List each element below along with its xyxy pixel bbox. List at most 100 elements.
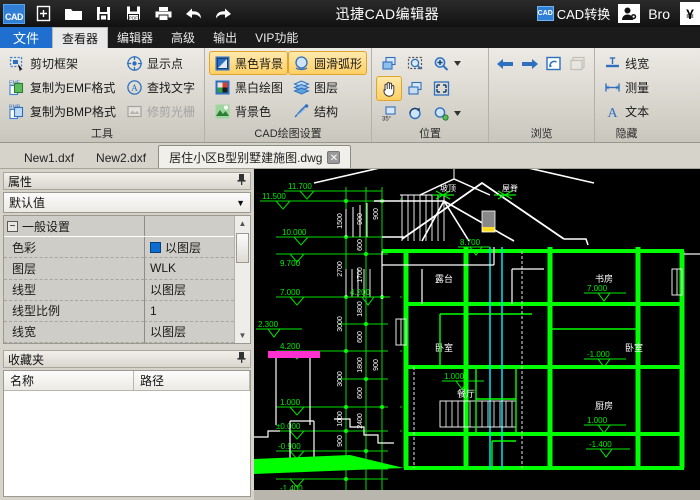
properties-scrollbar[interactable]: ▲ ▼	[234, 216, 250, 343]
text-button[interactable]: A 文本	[599, 99, 654, 123]
copy-bmp-button[interactable]: BMP 复制为BMP格式	[4, 99, 121, 123]
black-background-icon	[215, 56, 230, 70]
close-icon[interactable]: ✕	[327, 150, 341, 164]
zoom-previous-icon[interactable]	[402, 76, 428, 101]
smooth-arc-button[interactable]: 圆滑弧形	[288, 51, 368, 75]
structure-button[interactable]: 结构	[288, 99, 367, 123]
tab-file[interactable]: 文件	[0, 27, 53, 48]
trim-raster-button[interactable]: 修剪光栅	[121, 99, 200, 123]
save-pdf-icon[interactable]: PDF	[118, 1, 148, 27]
bw-drawing-icon	[215, 80, 230, 94]
pin-icon[interactable]	[237, 352, 246, 366]
properties-selector-dropdown[interactable]: 默认值 ▼	[3, 192, 251, 213]
titlebar-right-controls: CAD CAD转换 Bro ¥	[536, 2, 700, 25]
cad-convert-button[interactable]: CAD CAD转换	[536, 4, 611, 23]
tab-editor[interactable]: 编辑器	[108, 27, 162, 48]
arrow-left-icon[interactable]	[493, 51, 517, 76]
measure-label: 测量	[625, 80, 650, 95]
property-name-linetype-scale: 线型比例	[4, 300, 144, 322]
find-text-button[interactable]: A 查找文字	[121, 75, 200, 99]
layers-button[interactable]: 图层	[288, 75, 367, 99]
zoom-selection-icon[interactable]	[402, 51, 428, 76]
property-row-linetype[interactable]: 线型 以图层	[4, 279, 234, 301]
svg-text:4.200: 4.200	[350, 288, 371, 297]
open-folder-icon[interactable]	[58, 1, 88, 27]
svg-text:11.700: 11.700	[288, 182, 312, 191]
svg-text:9.700: 9.700	[280, 259, 301, 268]
pan-hand-icon[interactable]	[376, 76, 403, 101]
pin-icon[interactable]	[237, 174, 246, 188]
app-logo-icon[interactable]: CAD	[0, 1, 28, 27]
background-color-button[interactable]: 背景色	[209, 99, 288, 123]
tab-output[interactable]: 输出	[204, 27, 246, 48]
scrollbar-thumb[interactable]	[236, 233, 249, 263]
tab-vip[interactable]: VIP功能	[246, 27, 307, 48]
restore-view-icon[interactable]	[566, 51, 590, 76]
scroll-up-icon[interactable]: ▲	[235, 216, 251, 231]
layers-icon	[293, 79, 310, 95]
svg-text:1800: 1800	[357, 301, 364, 317]
property-row-layer[interactable]: 图层 WLK	[4, 258, 234, 280]
tab-advanced[interactable]: 高级	[162, 27, 204, 48]
zoom-in-icon[interactable]	[428, 51, 454, 76]
currency-button[interactable]: ¥	[680, 2, 700, 25]
ribbon-group-browse: 浏览	[489, 48, 596, 142]
cad-settings-column-2: 圆滑弧形 图层 结构	[288, 51, 368, 123]
document-tab-bar: New1.dxf New2.dxf 居住小区B型别墅建施图.dwg ✕	[0, 143, 700, 169]
tools-column-1: 剪切框架 EMF 复制为EMF格式 BMP 复制为BMP格式	[4, 51, 121, 123]
new-file-icon[interactable]	[28, 1, 58, 27]
show-point-button[interactable]: 显示点	[121, 51, 200, 75]
property-name-lineweight: 线宽	[4, 321, 144, 343]
print-icon[interactable]	[148, 1, 178, 27]
tab-viewer[interactable]: 查看器	[52, 27, 109, 48]
property-value-lineweight[interactable]: 以图层	[144, 321, 234, 343]
property-row-color[interactable]: 色彩 以图层	[4, 237, 234, 259]
refresh-view-icon[interactable]	[542, 51, 566, 76]
save-icon[interactable]	[88, 1, 118, 27]
bw-drawing-button[interactable]: 黑白绘图	[209, 75, 288, 99]
copy-emf-button[interactable]: EMF 复制为EMF格式	[4, 75, 121, 99]
undo-icon[interactable]	[178, 1, 208, 27]
black-background-button[interactable]: 黑色背景	[209, 51, 289, 75]
doc-tab-new2[interactable]: New2.dxf	[86, 147, 156, 168]
property-group-general[interactable]: − 一般设置	[4, 216, 234, 238]
property-value-linetype[interactable]: 以图层	[144, 279, 234, 301]
property-row-lineweight[interactable]: 线宽 以图层	[4, 321, 234, 343]
doc-tab-new1[interactable]: New1.dxf	[14, 147, 84, 168]
bw-drawing-label: 黑白绘图	[235, 80, 284, 95]
doc-tab-active-drawing[interactable]: 居住小区B型别墅建施图.dwg ✕	[158, 145, 352, 168]
zoom-extents-icon[interactable]	[428, 76, 454, 101]
property-value-color[interactable]: 以图层	[144, 237, 234, 259]
svg-text:-1.000: -1.000	[587, 350, 610, 359]
property-value-layer[interactable]: WLK	[144, 258, 234, 280]
lineweight-button[interactable]: 线宽	[599, 51, 654, 75]
redo-icon[interactable]	[208, 1, 238, 27]
property-row-linetype-scale[interactable]: 线型比例 1	[4, 300, 234, 322]
measure-button[interactable]: 测量	[599, 75, 654, 99]
favorites-column-path[interactable]: 路径	[134, 371, 250, 391]
property-value-linetype-scale[interactable]: 1	[144, 300, 234, 322]
svg-text:8.700: 8.700	[460, 238, 481, 247]
cad-convert-label: CAD转换	[556, 7, 611, 22]
zoom-window-icon[interactable]	[376, 51, 402, 76]
favorites-column-name[interactable]: 名称	[4, 371, 134, 391]
user-account-icon[interactable]	[618, 4, 641, 23]
username-label[interactable]: Bro	[648, 6, 670, 22]
doc-tab-new1-label: New1.dxf	[24, 150, 75, 165]
find-text-icon: A	[127, 79, 142, 95]
ribbon-group-tools: 剪切框架 EMF 复制为EMF格式 BMP 复制为BMP格式 显示点	[0, 48, 206, 142]
scroll-down-icon[interactable]: ▼	[235, 328, 251, 343]
zoom-scale-caret-icon[interactable]	[454, 101, 462, 126]
zoom-in-caret-icon[interactable]	[454, 51, 462, 76]
rotate-35-icon[interactable]: 35°	[376, 101, 402, 126]
ribbon-group-hide: 线宽 测量 A 文本 隐藏	[595, 48, 658, 142]
zoom-scale-icon[interactable]	[428, 101, 454, 126]
cad-drawing-canvas[interactable]: 11.500 11.700 10.000 9.700 7.000 4.200 1…	[254, 169, 700, 500]
zoom-refresh-icon[interactable]	[402, 101, 428, 126]
arrow-right-icon[interactable]	[517, 51, 541, 76]
collapse-icon[interactable]: −	[7, 220, 18, 232]
crop-frame-button[interactable]: 剪切框架	[4, 51, 121, 75]
chevron-down-icon[interactable]: ▼	[236, 198, 245, 208]
svg-text:600: 600	[357, 387, 364, 399]
svg-text:7.000: 7.000	[587, 284, 608, 293]
